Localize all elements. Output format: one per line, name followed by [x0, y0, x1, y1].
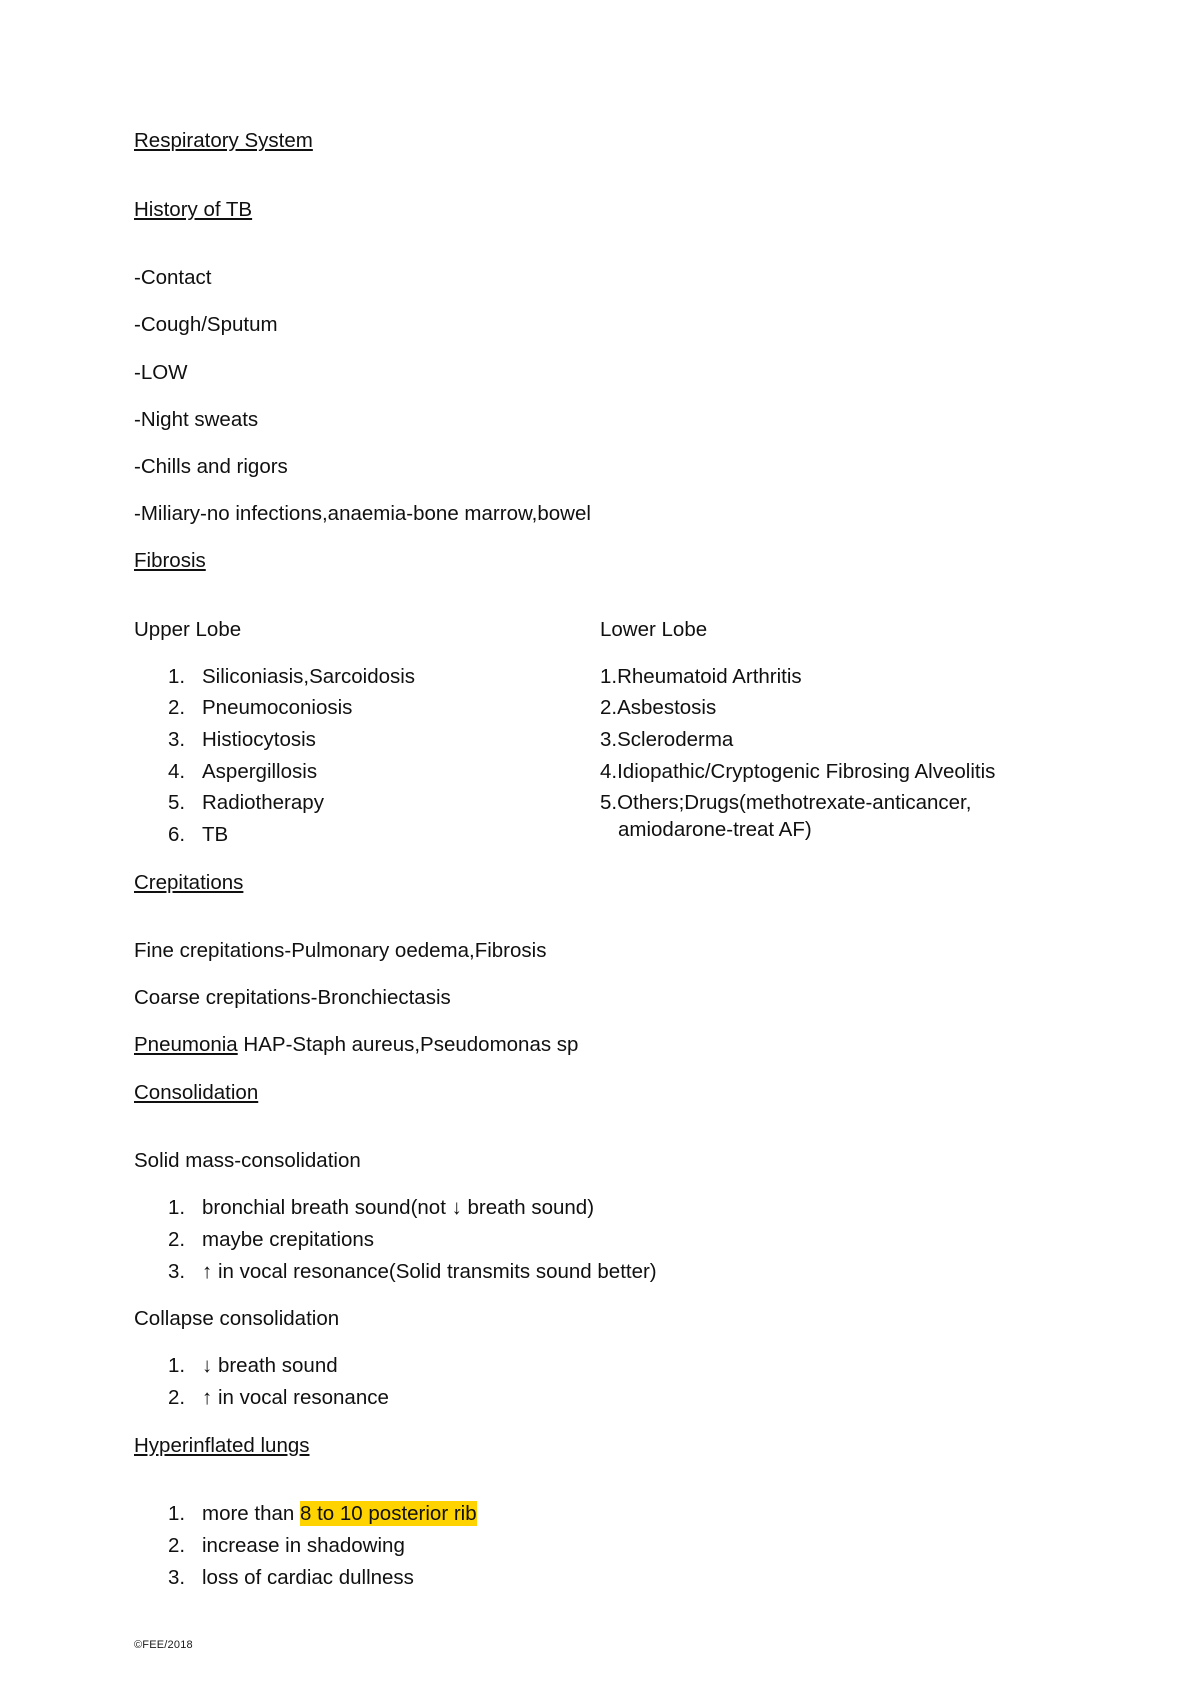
fibrosis-lower-lobe-column: Lower Lobe 1.Rheumatoid Arthritis 2.Asbe… [600, 617, 1070, 849]
section-heading-fibrosis-row: Fibrosis [134, 548, 1050, 595]
crepitations-fine-line: Fine crepitations-Pulmonary oedema,Fibro… [134, 939, 547, 963]
list-item: bronchial breath sound(not ↓ breath soun… [168, 1195, 595, 1221]
list-item: 3.Scleroderma [600, 727, 1070, 754]
history-tb-item-night-sweats: -Night sweats [134, 407, 259, 431]
list-item: loss of cardiac dullness [168, 1565, 414, 1591]
list-item: 1.Rheumatoid Arthritis [600, 664, 1070, 691]
lower-lobe-list: 1.Rheumatoid Arthritis 2.Asbestosis 3.Sc… [600, 664, 1070, 844]
list-item: 5.Others;Drugs(methotrexate-anticancer, … [600, 790, 1070, 843]
list-item: ↓ breath sound [168, 1353, 338, 1379]
list-item-text: 4.Idiopathic/Cryptogenic Fibrosing Alveo… [600, 759, 996, 783]
crepitations-coarse-line: Coarse crepitations-Bronchiectasis [134, 986, 451, 1010]
upper-lobe-heading: Upper Lobe [134, 617, 242, 641]
upper-lobe-list: Siliconiasis,Sarcoidosis Pneumoconiosis … [134, 664, 594, 849]
page-title-row: Respiratory System [134, 128, 1050, 175]
history-tb-item-cough-sputum: -Cough/Sputum [134, 313, 278, 337]
section-heading-history-tb-row: History of TB [134, 197, 1050, 244]
list-item: increase in shadowing [168, 1533, 405, 1559]
list-item: ↑ in vocal resonance(Solid transmits sou… [168, 1259, 657, 1285]
section-heading-consolidation: Consolidation [134, 1080, 259, 1104]
solid-mass-label: Solid mass-consolidation [134, 1149, 361, 1173]
pneumonia-text: HAP-Staph aureus,Pseudomonas sp [237, 1033, 579, 1057]
list-item: Aspergillosis [168, 759, 318, 785]
history-tb-item-miliary: -Miliary-no infections,anaemia-bone marr… [134, 501, 591, 525]
document-body: Respiratory System History of TB -Contac… [134, 128, 1050, 1591]
pneumonia-label: Pneumonia [134, 1033, 238, 1057]
pneumonia-line: Pneumonia HAP-Staph aureus,Pseudomonas s… [134, 1032, 1050, 1058]
fibrosis-columns: Upper Lobe Siliconiasis,Sarcoidosis Pneu… [134, 617, 1050, 870]
page-footer-copyright: ©FEE/2018 [134, 1639, 193, 1651]
history-tb-item-contact: -Contact [134, 266, 212, 290]
collapse-consolidation-label: Collapse consolidation [134, 1307, 340, 1331]
list-item: TB [168, 822, 229, 848]
history-tb-item-chills-and-rigors: -Chills and rigors [134, 454, 288, 478]
list-item: more than 8 to 10 posterior rib [134, 1501, 1050, 1528]
list-item-text: 3.Scleroderma [600, 728, 734, 752]
solid-mass-list: bronchial breath sound(not ↓ breath soun… [134, 1195, 1050, 1285]
page-title: Respiratory System [134, 129, 313, 152]
collapse-consolidation-list: ↓ breath sound ↑ in vocal resonance [134, 1353, 1050, 1411]
list-item: 4.Idiopathic/Cryptogenic Fibrosing Alveo… [600, 759, 1070, 786]
section-heading-consolidation-row: Consolidation [134, 1080, 1050, 1127]
section-heading-hyperinflated-lungs: Hyperinflated lungs [134, 1433, 310, 1457]
section-heading-fibrosis: Fibrosis [134, 549, 206, 572]
list-item-text: 5.Others;Drugs(methotrexate-anticancer, … [600, 791, 978, 841]
list-item: maybe crepitations [168, 1227, 375, 1253]
list-item: 2.Asbestosis [600, 695, 1070, 722]
section-heading-hyperinflated-row: Hyperinflated lungs [134, 1433, 1050, 1480]
document-page: Respiratory System History of TB -Contac… [0, 0, 1200, 1697]
list-item: Siliconiasis,Sarcoidosis [168, 664, 416, 690]
list-item: Pneumoconiosis [168, 695, 353, 721]
list-item-text: 1.Rheumatoid Arthritis [600, 664, 802, 688]
section-heading-crepitations: Crepitations [134, 870, 244, 894]
hyperinflated-lungs-list: more than 8 to 10 posterior rib increase… [134, 1501, 1050, 1591]
list-item-text: 2.Asbestosis [600, 696, 717, 720]
list-item: Histiocytosis [168, 727, 316, 753]
section-heading-history-tb: History of TB [134, 197, 253, 221]
list-item: ↑ in vocal resonance [168, 1385, 389, 1411]
history-tb-item-low: -LOW [134, 360, 188, 384]
list-item-prefix: more than [202, 1502, 300, 1526]
list-item: Radiotherapy [168, 790, 324, 816]
lower-lobe-heading: Lower Lobe [600, 617, 708, 641]
section-heading-crepitations-row: Crepitations [134, 870, 1050, 917]
highlighted-text: 8 to 10 posterior rib [300, 1501, 477, 1527]
fibrosis-upper-lobe-column: Upper Lobe Siliconiasis,Sarcoidosis Pneu… [134, 617, 594, 870]
